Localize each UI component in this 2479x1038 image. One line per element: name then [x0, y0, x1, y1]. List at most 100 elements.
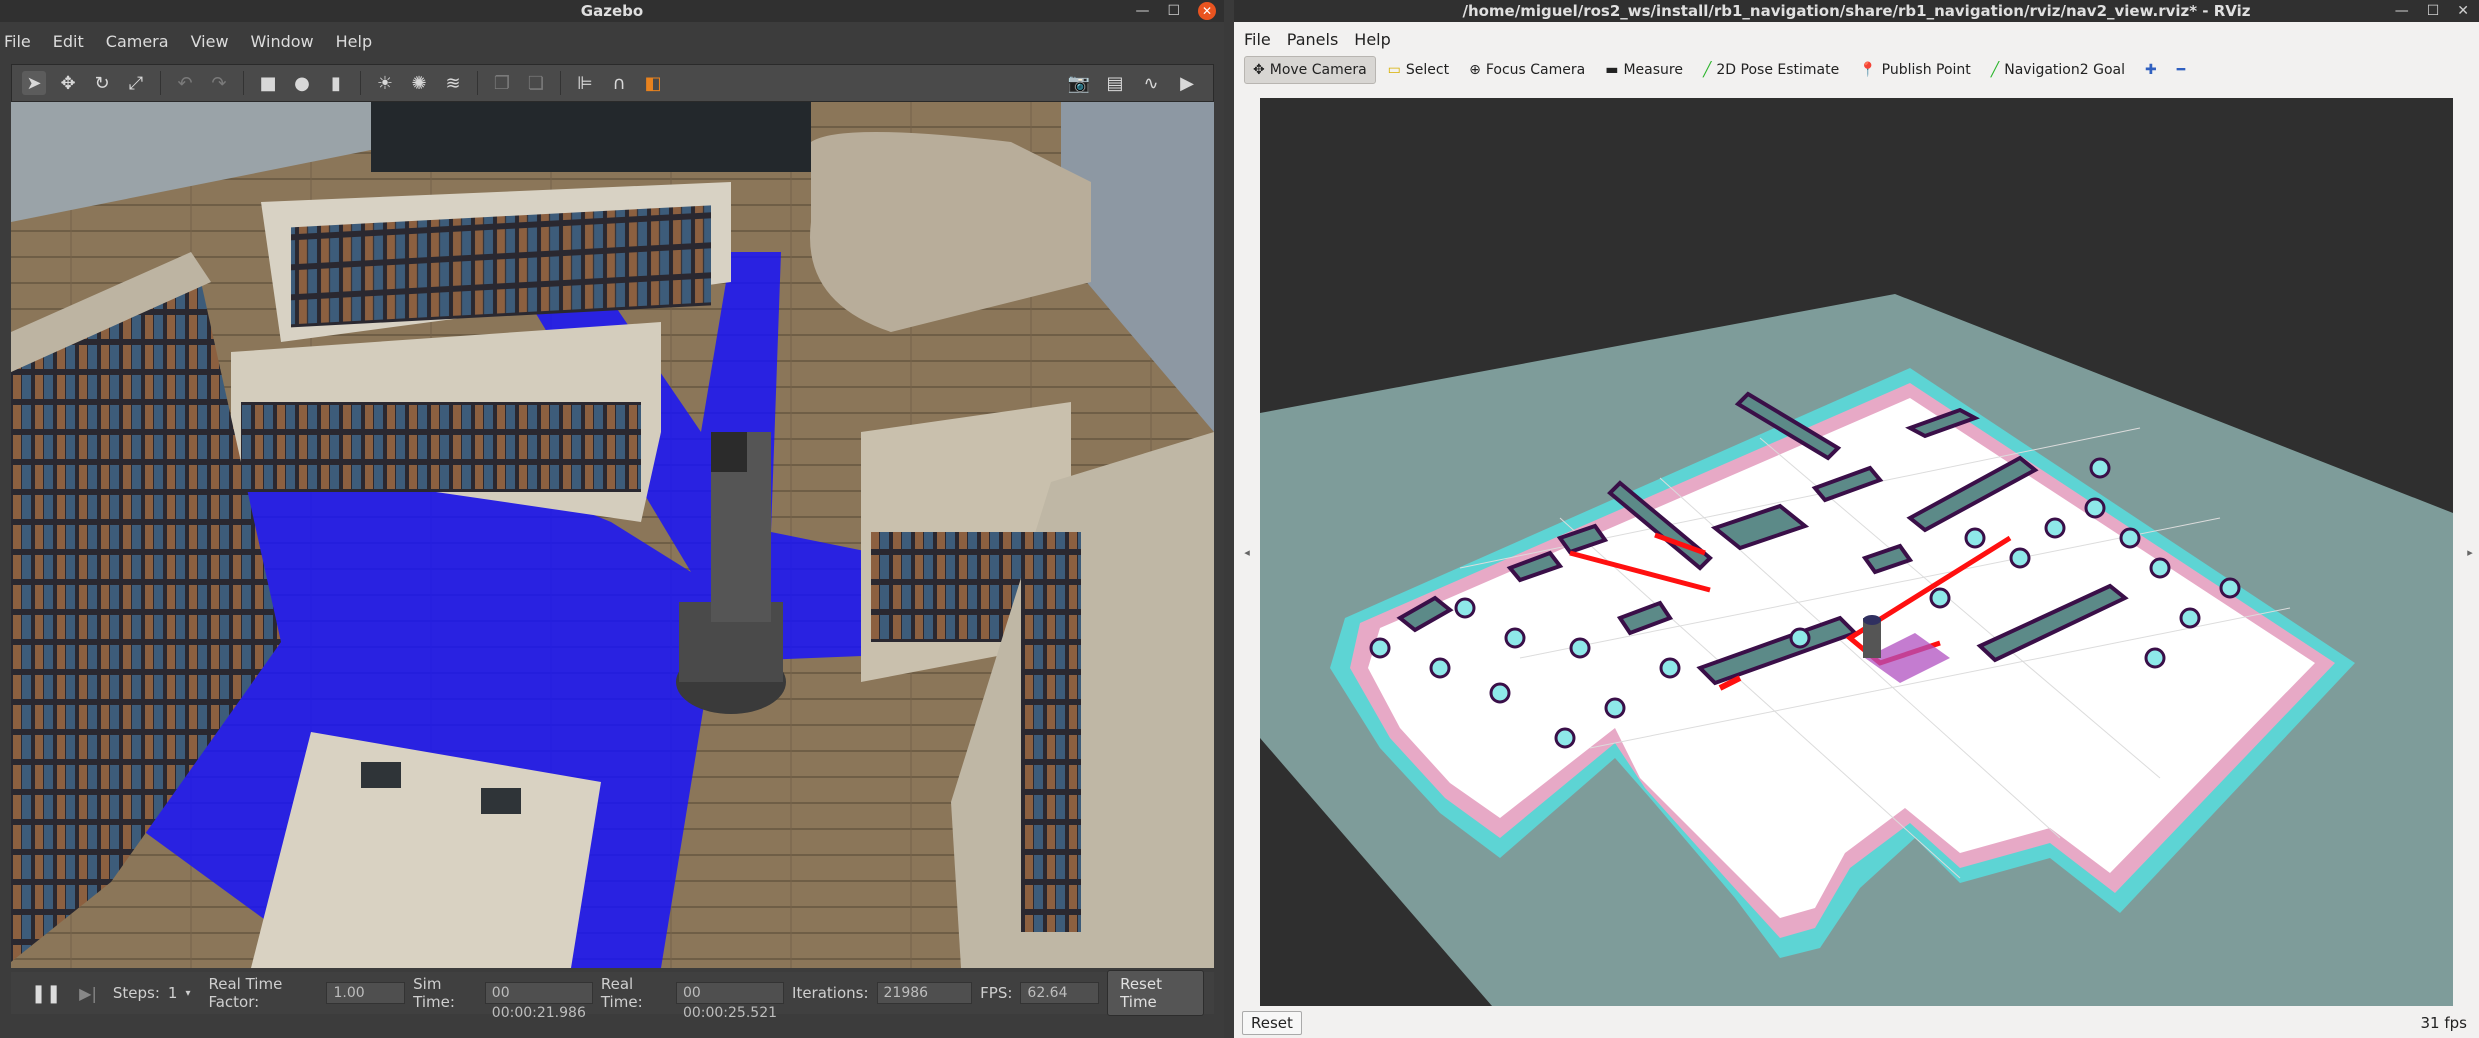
toolbar-divider [160, 71, 161, 95]
reset-time-button[interactable]: Reset Time [1107, 970, 1205, 1016]
focus-camera-button[interactable]: ⊕ Focus Camera [1461, 56, 1593, 84]
close-icon[interactable]: ✕ [2457, 3, 2469, 19]
fps-label: FPS: [980, 984, 1013, 1002]
rtf-value: 1.00 [326, 982, 406, 1004]
close-icon[interactable]: ✕ [1198, 2, 1216, 20]
screenshot-icon[interactable]: 📷 [1067, 71, 1091, 95]
select-button[interactable]: ▭ Select [1380, 56, 1457, 84]
gazebo-toolbar: ➤ ✥ ↻ ⤢ ↶ ↷ ■ ● ▮ ☀ ✺ ≋ ❐ ❏ ⊫ ∩ ◧ 📷 ▤ ∿ … [11, 64, 1214, 102]
pose-estimate-label: 2D Pose Estimate [1716, 62, 1840, 78]
pose-estimate-button[interactable]: ╱ 2D Pose Estimate [1695, 56, 1847, 84]
rviz-menubar: File Panels Help [1234, 26, 2479, 52]
toolbar-divider [360, 71, 361, 95]
remove-tool-button[interactable]: ━ [2169, 56, 2193, 84]
directional-light-icon[interactable]: ≋ [441, 71, 465, 95]
navigation-map [1260, 294, 2453, 1006]
gazebo-status-bar: ❚❚ ▶| Steps: 1 ▾ Real Time Factor: 1.00 … [11, 970, 1214, 1021]
real-time-value: 00 00:00:25.521 [675, 982, 785, 1021]
view-angle-icon[interactable]: ◧ [641, 71, 665, 95]
minimize-icon[interactable]: — [1135, 3, 1149, 19]
snap-icon[interactable]: ∩ [607, 71, 631, 95]
focus-camera-icon: ⊕ [1469, 62, 1481, 78]
toolbar-divider [477, 71, 478, 95]
menu-panels[interactable]: Panels [1287, 30, 1339, 49]
steps-value[interactable]: 1 [168, 984, 178, 1002]
menu-help[interactable]: Help [1354, 30, 1390, 49]
translate-icon[interactable]: ✥ [56, 71, 80, 95]
step-icon[interactable]: ▶| [79, 984, 97, 1003]
spot-light-icon[interactable]: ✺ [407, 71, 431, 95]
toolbar-divider [560, 71, 561, 95]
menu-file[interactable]: File [4, 32, 31, 51]
redo-icon[interactable]: ↷ [207, 71, 231, 95]
menu-help[interactable]: Help [336, 32, 372, 51]
pause-icon[interactable]: ❚❚ [31, 983, 61, 1004]
sphere-icon[interactable]: ● [290, 71, 314, 95]
publish-point-icon: 📍 [1859, 62, 1877, 78]
video-icon[interactable]: ▶ [1175, 71, 1199, 95]
chevron-down-icon[interactable]: ▾ [185, 988, 190, 999]
add-tool-button[interactable]: ✚ [2137, 56, 2165, 84]
publish-point-button[interactable]: 📍 Publish Point [1851, 56, 1979, 84]
toolbar-divider [243, 71, 244, 95]
nav-goal-button[interactable]: ╱ Navigation2 Goal [1983, 56, 2133, 84]
menu-file[interactable]: File [1244, 30, 1271, 49]
measure-label: Measure [1623, 62, 1683, 78]
iterations-label: Iterations: [792, 984, 869, 1002]
plot-icon[interactable]: ∿ [1139, 71, 1163, 95]
align-icon[interactable]: ⊫ [573, 71, 597, 95]
store-scene [11, 102, 1214, 968]
paste-icon[interactable]: ❏ [524, 71, 548, 95]
menu-edit[interactable]: Edit [53, 32, 84, 51]
book-shelf [1021, 532, 1081, 932]
rviz-title: /home/miguel/ros2_ws/install/rb1_navigat… [1234, 0, 2479, 22]
fps-readout: 31 fps [2420, 1014, 2467, 1032]
sim-time-label: Sim Time: [413, 975, 455, 1011]
move-camera-button[interactable]: ✥ Move Camera [1244, 56, 1376, 84]
right-panel-collapse-icon[interactable]: ▸ [2465, 98, 2475, 1006]
log-icon[interactable]: ▤ [1103, 71, 1127, 95]
cylinder-icon[interactable]: ▮ [324, 71, 348, 95]
nav-goal-label: Navigation2 Goal [2004, 62, 2125, 78]
rtf-label: Real Time Factor: [208, 975, 283, 1011]
menu-view[interactable]: View [191, 32, 229, 51]
maximize-icon[interactable]: ☐ [2427, 3, 2440, 19]
minimize-icon[interactable]: — [2395, 3, 2409, 19]
gazebo-3d-viewport[interactable] [11, 102, 1214, 968]
menu-camera[interactable]: Camera [106, 32, 169, 51]
point-light-icon[interactable]: ☀ [373, 71, 397, 95]
maximize-icon[interactable]: ☐ [1167, 3, 1180, 19]
select-label: Select [1405, 62, 1450, 78]
rotate-icon[interactable]: ↻ [90, 71, 114, 95]
focus-camera-label: Focus Camera [1485, 62, 1586, 78]
pose-estimate-icon: ╱ [1702, 62, 1712, 78]
gazebo-window-controls: — ☐ ✕ [1135, 0, 1216, 22]
copy-icon[interactable]: ❐ [490, 71, 514, 95]
reset-button[interactable]: Reset [1242, 1011, 1302, 1035]
rviz-window-controls: — ☐ ✕ [2395, 0, 2469, 22]
rviz-window: /home/miguel/ros2_ws/install/rb1_navigat… [1234, 0, 2479, 1038]
measure-icon: ▬ [1605, 62, 1619, 78]
undo-icon[interactable]: ↶ [173, 71, 197, 95]
move-camera-label: Move Camera [1269, 62, 1367, 78]
rviz-3d-viewport[interactable] [1260, 98, 2453, 1006]
select-arrow-icon[interactable]: ➤ [22, 71, 46, 95]
tablet-display [361, 762, 401, 788]
rviz-toolbar: ✥ Move Camera ▭ Select ⊕ Focus Camera ▬ … [1244, 54, 2469, 86]
select-icon: ▭ [1387, 62, 1401, 78]
rviz-bottom-bar: Reset 31 fps [1234, 1008, 2479, 1038]
steps-label: Steps: [112, 984, 160, 1002]
book-shelf [241, 402, 641, 492]
left-panel-collapse-icon[interactable]: ◂ [1242, 98, 1252, 1006]
scale-icon[interactable]: ⤢ [124, 71, 148, 95]
gazebo-window: Gazebo — ☐ ✕ File Edit Camera View Windo… [0, 0, 1224, 1038]
measure-button[interactable]: ▬ Measure [1597, 56, 1691, 84]
window-divider [1224, 0, 1234, 1038]
gazebo-title: Gazebo [0, 0, 1224, 22]
menu-window[interactable]: Window [251, 32, 314, 51]
window-glass [371, 102, 811, 172]
nav-goal-icon: ╱ [1990, 62, 2000, 78]
box-icon[interactable]: ■ [256, 71, 280, 95]
robot-head [711, 432, 747, 472]
robot-head [1863, 615, 1881, 625]
